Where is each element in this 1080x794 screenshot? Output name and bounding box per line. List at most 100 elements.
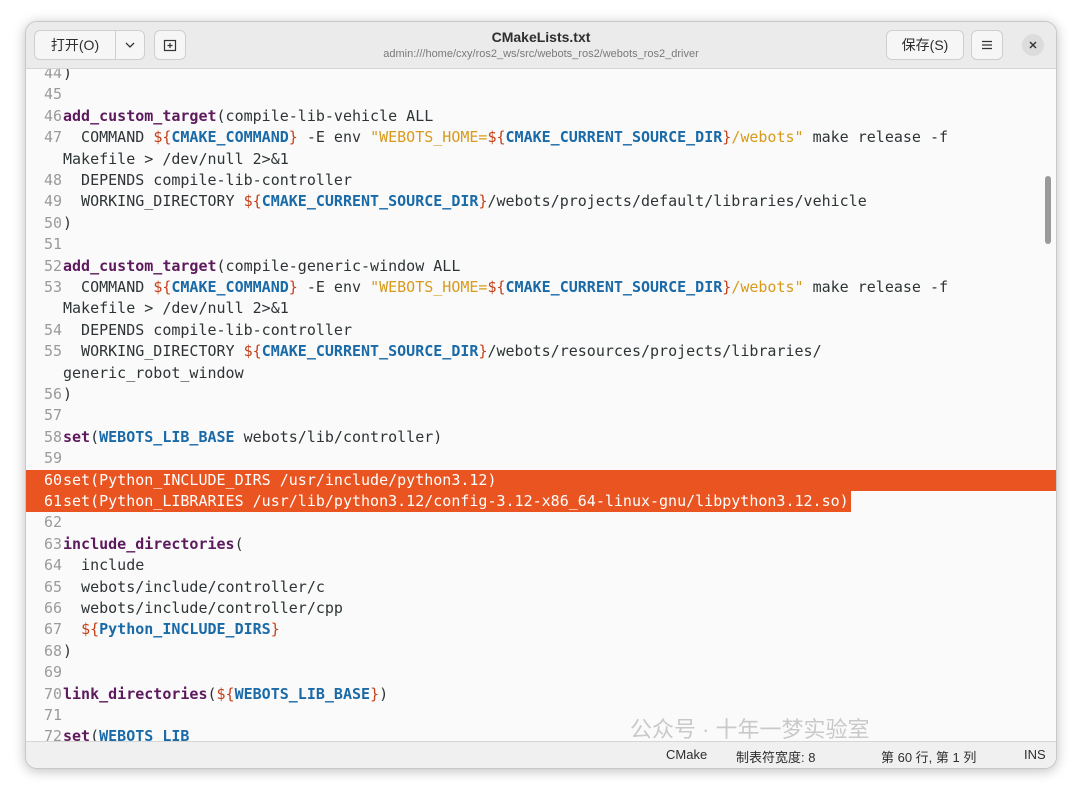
code-line[interactable]: 50) (26, 213, 1056, 234)
code-text: Makefile > /dev/null 2>&1 (63, 299, 289, 318)
language-selector[interactable]: CMake (666, 747, 707, 762)
code-line[interactable]: 56) (26, 384, 1056, 405)
code-text: add_custom_target(compile-generic-window… (63, 256, 461, 275)
code-text: webots/include/controller/c (63, 577, 325, 596)
line-number: 59 (43, 449, 62, 468)
line-number: 54 (43, 320, 62, 339)
code-text: WORKING_DIRECTORY ${CMAKE_CURRENT_SOURCE… (63, 342, 822, 361)
line-number: 70 (43, 684, 62, 703)
code-text: DEPENDS compile-lib-controller (63, 171, 352, 189)
code-text: add_custom_target(compile-lib-vehicle AL… (63, 106, 434, 125)
code-line[interactable]: 49 WORKING_DIRECTORY ${CMAKE_CURRENT_SOU… (26, 191, 1056, 212)
line-number: 69 (43, 663, 62, 682)
line-number: 55 (43, 342, 62, 361)
code-text: Makefile > /dev/null 2>&1 (63, 149, 289, 168)
code-line[interactable]: 59 (26, 448, 1056, 469)
code-line[interactable]: 64 include (26, 555, 1056, 576)
new-tab-button[interactable] (154, 30, 186, 60)
close-button[interactable] (1022, 34, 1044, 56)
chevron-down-icon (125, 42, 135, 48)
code-text: set(WEBOTS_LIB (63, 727, 190, 741)
vertical-scrollbar[interactable] (1045, 176, 1051, 244)
line-number: 62 (43, 513, 62, 532)
line-number: 50 (43, 213, 62, 232)
watermark: 公众号 · 十年一梦实验室 (630, 717, 870, 742)
cursor-position[interactable]: 第 60 行, 第 1 列 (881, 747, 976, 766)
save-button[interactable]: 保存(S) (886, 30, 964, 60)
new-tab-icon (163, 39, 177, 52)
code-line[interactable]: 63include_directories( (26, 534, 1056, 555)
code-text: DEPENDS compile-lib-controller (63, 320, 352, 339)
code-line[interactable]: 52add_custom_target(compile-generic-wind… (26, 256, 1056, 277)
code-line[interactable]: 54 DEPENDS compile-lib-controller (26, 320, 1056, 341)
code-line[interactable]: 71 (26, 705, 1056, 726)
code-line[interactable]: 47 COMMAND ${CMAKE_COMMAND} -E env "WEBO… (26, 127, 1056, 148)
code-line[interactable]: 66 webots/include/controller/cpp (26, 598, 1056, 619)
line-number: 52 (43, 256, 62, 275)
code-line[interactable]: 69 (26, 662, 1056, 683)
line-number: 66 (43, 599, 62, 617)
line-number: 47 (43, 128, 62, 147)
save-button-label: 保存(S) (901, 37, 949, 53)
line-number: 72 (43, 727, 62, 741)
code-line[interactable]: 70link_directories(${WEBOTS_LIB_BASE}) (26, 684, 1056, 705)
code-line[interactable]: 51 (26, 234, 1056, 255)
code-line[interactable]: 67 ${Python_INCLUDE_DIRS} (26, 619, 1056, 640)
code-text: ) (63, 385, 73, 403)
tab-width-selector[interactable]: 制表符宽度: 8 (736, 747, 815, 766)
line-number: 68 (43, 641, 62, 660)
code-text: include (63, 556, 145, 575)
file-path: admin:///home/cxy/ros2_ws/src/webots_ros… (383, 48, 699, 60)
line-number: 46 (43, 106, 62, 125)
line-number: 56 (43, 385, 62, 403)
code-text: set(Python_INCLUDE_DIRS /usr/include/pyt… (63, 470, 497, 489)
line-number: 65 (43, 577, 62, 596)
code-line[interactable]: 53 COMMAND ${CMAKE_COMMAND} -E env "WEBO… (26, 277, 1056, 298)
editor-window: 打开(O) CMakeLists.txt admin:///home/cxy/r… (25, 21, 1057, 769)
code-line[interactable]: 57 (26, 405, 1056, 426)
line-number: 44 (43, 69, 62, 82)
open-button-label: 打开(O) (50, 37, 100, 53)
header-bar: 打开(O) CMakeLists.txt admin:///home/cxy/r… (26, 22, 1056, 69)
code-text: COMMAND ${CMAKE_COMMAND} -E env "WEBOTS_… (63, 128, 949, 147)
line-number: 57 (43, 406, 62, 425)
line-number: 49 (43, 192, 62, 211)
code-line[interactable]: 48 DEPENDS compile-lib-controller (26, 170, 1056, 191)
line-number: 53 (43, 278, 62, 296)
code-text: set(WEBOTS_LIB_BASE webots/lib/controlle… (63, 427, 443, 446)
code-line[interactable]: 45 (26, 84, 1056, 105)
code-line[interactable]: Makefile > /dev/null 2>&1 (26, 298, 1056, 319)
open-button[interactable]: 打开(O) (34, 30, 116, 60)
line-number: 61 (43, 492, 62, 510)
code-line[interactable]: 55 WORKING_DIRECTORY ${CMAKE_CURRENT_SOU… (26, 341, 1056, 362)
code-text: include_directories( (63, 534, 244, 553)
close-icon (1029, 41, 1037, 49)
code-line[interactable]: 72set(WEBOTS_LIB (26, 726, 1056, 741)
code-text: ) (63, 69, 73, 82)
insert-mode: INS (1024, 747, 1046, 762)
line-number: 51 (43, 235, 62, 254)
code-editor[interactable]: 44) 45 46add_custom_target(compile-lib-veh… (26, 69, 1056, 741)
status-bar: CMake 制表符宽度: 8 第 60 行, 第 1 列 INS (26, 741, 1056, 768)
code-text: webots/include/controller/cpp (63, 599, 343, 617)
code-line[interactable]: generic_robot_window (26, 363, 1056, 384)
code-line[interactable]: 60set(Python_INCLUDE_DIRS /usr/include/p… (26, 469, 1056, 491)
code-text: link_directories(${WEBOTS_LIB_BASE}) (63, 684, 389, 703)
code-text: generic_robot_window (63, 363, 244, 382)
code-line[interactable]: 65 webots/include/controller/c (26, 577, 1056, 598)
code-line[interactable]: 68) (26, 641, 1056, 662)
line-number: 64 (43, 556, 62, 575)
menu-button[interactable] (971, 30, 1003, 60)
code-line[interactable]: 62 (26, 512, 1056, 533)
code-text: ) (63, 641, 73, 660)
open-menu-button[interactable] (115, 30, 145, 60)
code-text: COMMAND ${CMAKE_COMMAND} -E env "WEBOTS_… (63, 278, 949, 296)
code-line[interactable]: Makefile > /dev/null 2>&1 (26, 149, 1056, 170)
line-number: 71 (43, 706, 62, 724)
code-line[interactable]: 58set(WEBOTS_LIB_BASE webots/lib/control… (26, 427, 1056, 448)
line-number: 67 (43, 620, 62, 639)
code-text: WORKING_DIRECTORY ${CMAKE_CURRENT_SOURCE… (63, 192, 867, 211)
code-line[interactable]: 44) (26, 69, 1056, 84)
code-line[interactable]: 46add_custom_target(compile-lib-vehicle … (26, 106, 1056, 127)
code-line[interactable]: 61set(Python_LIBRARIES /usr/lib/python3.… (26, 491, 851, 512)
